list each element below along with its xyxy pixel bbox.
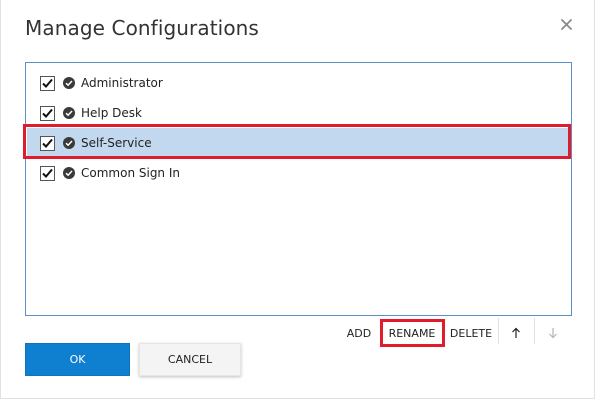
checkbox[interactable]: [40, 135, 55, 151]
check-circle-icon: [63, 137, 75, 149]
list-item-label: Common Sign In: [81, 166, 180, 180]
arrow-down-icon[interactable]: [542, 322, 564, 344]
list-item-label: Self-Service: [81, 136, 152, 150]
manage-configurations-dialog: Manage Configurations Administrator Help…: [0, 0, 595, 399]
delete-button[interactable]: DELETE: [447, 322, 495, 344]
rename-button[interactable]: RENAME: [383, 322, 441, 344]
checkbox[interactable]: [40, 165, 55, 181]
checkbox[interactable]: [40, 105, 55, 121]
list-item-help-desk[interactable]: Help Desk: [27, 98, 570, 128]
list-item-label: Administrator: [81, 76, 163, 90]
list-item-self-service[interactable]: Self-Service: [27, 128, 570, 158]
checkbox[interactable]: [40, 75, 55, 91]
close-icon[interactable]: [558, 16, 576, 34]
dialog-title: Manage Configurations: [25, 16, 259, 40]
check-circle-icon: [63, 77, 75, 89]
list-item-common-sign-in[interactable]: Common Sign In: [27, 158, 570, 188]
check-circle-icon: [63, 107, 75, 119]
arrow-up-icon[interactable]: [505, 322, 527, 344]
list-item-label: Help Desk: [81, 106, 142, 120]
toolbar-divider: [498, 318, 499, 344]
add-button[interactable]: ADD: [341, 322, 377, 344]
check-circle-icon: [63, 167, 75, 179]
ok-button[interactable]: OK: [25, 343, 130, 376]
list-item-administrator[interactable]: Administrator: [27, 68, 570, 98]
toolbar-divider: [534, 318, 535, 344]
configurations-list[interactable]: Administrator Help Desk Self-Service Com…: [25, 62, 572, 316]
cancel-button[interactable]: CANCEL: [139, 343, 241, 376]
